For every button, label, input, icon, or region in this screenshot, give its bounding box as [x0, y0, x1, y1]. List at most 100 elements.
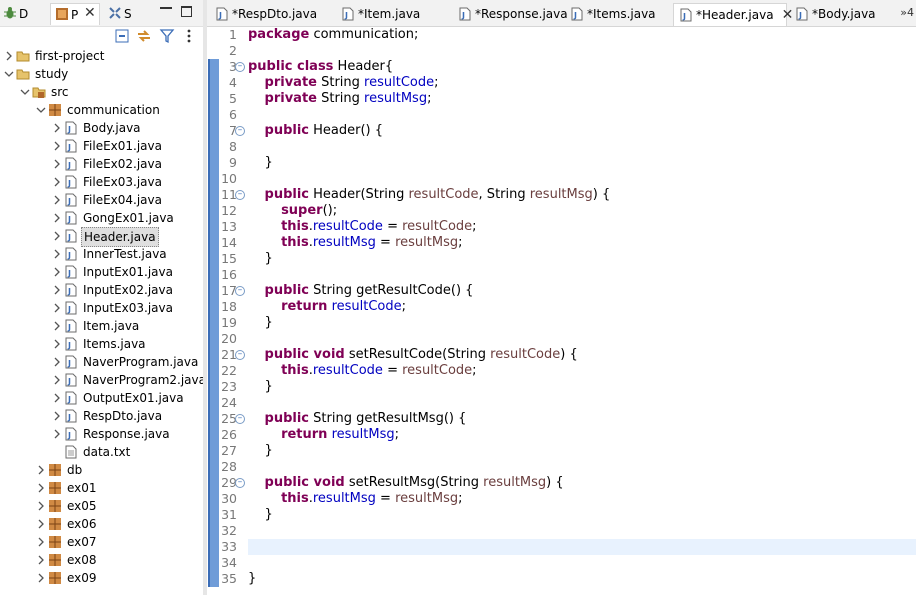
- tree-item[interactable]: ex08: [0, 551, 203, 569]
- code-line[interactable]: }: [248, 251, 273, 267]
- chevron-right-icon[interactable]: [36, 479, 46, 497]
- code-line[interactable]: package communication;: [248, 27, 418, 43]
- tree-item[interactable]: data.txt: [0, 443, 203, 461]
- tree-item[interactable]: ex01: [0, 479, 203, 497]
- code-line[interactable]: this.resultMsg = resultMsg;: [248, 491, 462, 507]
- code-line[interactable]: public Header(String resultCode, String …: [248, 187, 611, 203]
- chevron-down-icon[interactable]: [36, 101, 46, 119]
- code-line[interactable]: }: [248, 507, 273, 523]
- chevron-right-icon[interactable]: [52, 371, 62, 389]
- tree-item[interactable]: src: [0, 83, 203, 101]
- tree-item[interactable]: ex09: [0, 569, 203, 587]
- tree-item[interactable]: J Item.java: [0, 317, 203, 335]
- fold-toggle-icon[interactable]: –: [235, 478, 245, 488]
- code-line[interactable]: }: [248, 379, 273, 395]
- collapse-all-icon[interactable]: [114, 28, 130, 44]
- code-line[interactable]: private String resultCode;: [248, 75, 439, 91]
- chevron-right-icon[interactable]: [52, 407, 62, 425]
- code-line[interactable]: public Header() {: [248, 123, 384, 139]
- code-line[interactable]: public void setResultCode(String resultC…: [248, 347, 578, 363]
- tree-item[interactable]: first-project: [0, 47, 203, 65]
- chevron-right-icon[interactable]: [52, 245, 62, 263]
- chevron-right-icon[interactable]: [36, 515, 46, 533]
- chevron-right-icon[interactable]: [52, 389, 62, 407]
- tree-item[interactable]: ex06: [0, 515, 203, 533]
- code-line[interactable]: super();: [248, 203, 337, 219]
- chevron-right-icon[interactable]: [52, 353, 62, 371]
- chevron-right-icon[interactable]: [52, 173, 62, 191]
- chevron-right-icon[interactable]: [52, 227, 62, 245]
- code-line[interactable]: public String getResultCode() {: [248, 283, 474, 299]
- chevron-right-icon[interactable]: [52, 191, 62, 209]
- tree-item[interactable]: J FileEx01.java: [0, 137, 203, 155]
- chevron-down-icon[interactable]: [20, 83, 30, 101]
- tree-item[interactable]: J GongEx01.java: [0, 209, 203, 227]
- tree-item[interactable]: J Response.java: [0, 425, 203, 443]
- chevron-right-icon[interactable]: [52, 155, 62, 173]
- code-line[interactable]: return resultCode;: [248, 299, 406, 315]
- chevron-right-icon[interactable]: [52, 425, 62, 443]
- chevron-right-icon[interactable]: [36, 533, 46, 551]
- tree-item[interactable]: ex07: [0, 533, 203, 551]
- fold-toggle-icon[interactable]: –: [235, 126, 245, 136]
- chevron-right-icon[interactable]: [52, 335, 62, 353]
- code-line[interactable]: return resultMsg;: [248, 427, 399, 443]
- code-line[interactable]: public void setResultMsg(String resultMs…: [248, 475, 564, 491]
- fold-toggle-icon[interactable]: –: [235, 286, 245, 296]
- tree-item[interactable]: J RespDto.java: [0, 407, 203, 425]
- code-editor[interactable]: package communication; public class Heade…: [248, 27, 916, 595]
- view-menu-icon[interactable]: [181, 28, 197, 44]
- tree-item[interactable]: J InnerTest.java: [0, 245, 203, 263]
- tree-item[interactable]: J FileEx04.java: [0, 191, 203, 209]
- editor-tab[interactable]: J *Items.java: [565, 3, 656, 26]
- tree-item[interactable]: J NaverProgram.java: [0, 353, 203, 371]
- chevron-right-icon[interactable]: [52, 119, 62, 137]
- tree-item[interactable]: J InputEx02.java: [0, 281, 203, 299]
- code-line[interactable]: }: [248, 155, 273, 171]
- editor-tab[interactable]: J *RespDto.java: [210, 3, 317, 26]
- tab-debug[interactable]: D: [3, 3, 28, 25]
- chevron-right-icon[interactable]: [52, 281, 62, 299]
- tree-item[interactable]: study: [0, 65, 203, 83]
- chevron-right-icon[interactable]: [36, 569, 46, 587]
- tree-item[interactable]: communication: [0, 101, 203, 119]
- chevron-right-icon[interactable]: [52, 299, 62, 317]
- code-line[interactable]: public class Header{: [248, 59, 393, 75]
- code-line[interactable]: }: [248, 443, 273, 459]
- editor-tab[interactable]: J *Response.java: [453, 3, 568, 26]
- tree-item[interactable]: J InputEx01.java: [0, 263, 203, 281]
- tree-item[interactable]: J NaverProgram2.java: [0, 371, 203, 389]
- tree-item[interactable]: J OutputEx01.java: [0, 389, 203, 407]
- maximize-icon[interactable]: [181, 6, 192, 17]
- code-line[interactable]: public String getResultMsg() {: [248, 411, 467, 427]
- tab-servers[interactable]: S: [108, 3, 132, 25]
- tree-item[interactable]: J Items.java: [0, 335, 203, 353]
- tree-item[interactable]: J Body.java: [0, 119, 203, 137]
- chevron-right-icon[interactable]: [52, 137, 62, 155]
- minimize-icon[interactable]: [160, 7, 172, 9]
- fold-toggle-icon[interactable]: –: [235, 414, 245, 424]
- tree-item[interactable]: J InputEx03.java: [0, 299, 203, 317]
- fold-toggle-icon[interactable]: –: [235, 62, 245, 72]
- code-line[interactable]: this.resultCode = resultCode;: [248, 219, 477, 235]
- chevron-right-icon[interactable]: [36, 551, 46, 569]
- tree-item[interactable]: ex05: [0, 497, 203, 515]
- fold-toggle-icon[interactable]: –: [235, 350, 245, 360]
- tree-item[interactable]: J Header.java: [0, 227, 203, 247]
- editor-tab[interactable]: J *Header.java ✕: [673, 3, 793, 26]
- link-with-editor-icon[interactable]: [136, 28, 152, 44]
- chevron-right-icon[interactable]: [36, 497, 46, 515]
- tree-item[interactable]: J FileEx03.java: [0, 173, 203, 191]
- tree-item[interactable]: J FileEx02.java: [0, 155, 203, 173]
- code-line[interactable]: }: [248, 571, 256, 587]
- chevron-down-icon[interactable]: [4, 65, 14, 83]
- chevron-right-icon[interactable]: [52, 263, 62, 281]
- chevron-right-icon[interactable]: [4, 47, 14, 65]
- code-line[interactable]: }: [248, 315, 273, 331]
- code-line[interactable]: this.resultCode = resultCode;: [248, 363, 477, 379]
- chevron-right-icon[interactable]: [52, 317, 62, 335]
- editor-tab[interactable]: J *Item.java: [336, 3, 420, 26]
- code-line[interactable]: this.resultMsg = resultMsg;: [248, 235, 462, 251]
- code-line[interactable]: private String resultMsg;: [248, 91, 432, 107]
- tab-overflow-indicator[interactable]: »4: [900, 6, 914, 19]
